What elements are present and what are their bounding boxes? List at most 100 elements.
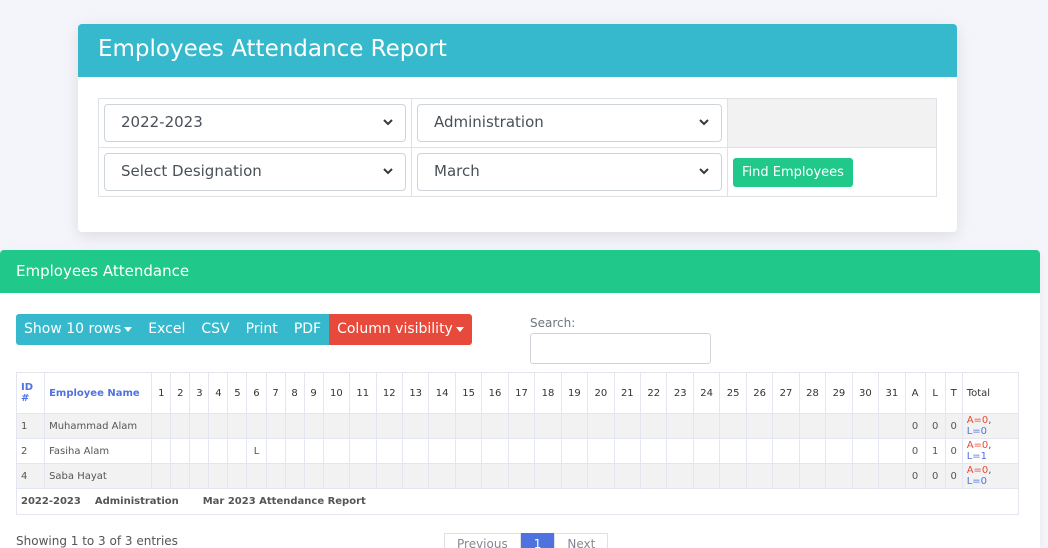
cell-employee-name: Fasiha Alam — [44, 438, 153, 464]
column-header-day-20[interactable]: 20 — [587, 372, 615, 414]
csv-button[interactable]: CSV — [193, 314, 238, 345]
column-header-day-4[interactable]: 4 — [208, 372, 229, 414]
cell-day-19 — [560, 463, 589, 489]
column-header-day-12[interactable]: 12 — [375, 372, 403, 414]
cell-day-18 — [534, 463, 562, 489]
designation-select-value: Select Designation — [121, 162, 262, 180]
column-header-l[interactable]: L — [924, 372, 946, 414]
column-header-day-31[interactable]: 31 — [878, 372, 906, 414]
cell-day-13 — [401, 438, 430, 464]
column-header-day-27[interactable]: 27 — [772, 372, 800, 414]
cell-a: 0 — [904, 463, 926, 489]
cell-day-15 — [454, 438, 483, 464]
column-header-day-29[interactable]: 29 — [825, 372, 853, 414]
find-employees-button[interactable]: Find Employees — [733, 157, 853, 187]
cell-day-3 — [189, 438, 210, 464]
column-header-day-9[interactable]: 9 — [303, 372, 324, 414]
session-select-value: 2022-2023 — [121, 113, 203, 131]
cell-day-2 — [170, 463, 191, 489]
cell-day-11 — [349, 463, 377, 489]
cell-day-14 — [428, 413, 456, 439]
column-header-day-16[interactable]: 16 — [481, 372, 509, 414]
chevron-down-icon — [699, 119, 709, 126]
column-header-day-1[interactable]: 1 — [151, 372, 172, 414]
column-header-day-30[interactable]: 30 — [851, 372, 880, 414]
column-header-day-26[interactable]: 26 — [745, 372, 774, 414]
column-header-day-17[interactable]: 17 — [507, 372, 536, 414]
column-header-t[interactable]: T — [944, 372, 963, 414]
column-header-day-18[interactable]: 18 — [534, 372, 562, 414]
cell-day-5 — [227, 463, 248, 489]
show-rows-button[interactable]: Show 10 rows — [16, 314, 141, 345]
chevron-down-icon — [699, 168, 709, 175]
cell-l: 0 — [924, 413, 946, 439]
cell-day-18 — [534, 413, 562, 439]
cell-day-22 — [640, 438, 668, 464]
column-header-day-14[interactable]: 14 — [428, 372, 456, 414]
cell-day-24 — [692, 463, 721, 489]
cell-day-4 — [208, 438, 229, 464]
column-header-day-24[interactable]: 24 — [692, 372, 721, 414]
pagination-next[interactable]: Next — [554, 533, 609, 548]
column-header-total[interactable]: Total — [961, 372, 1020, 414]
column-header-day-21[interactable]: 21 — [613, 372, 642, 414]
cell-day-25 — [719, 413, 747, 439]
cell-day-22 — [640, 413, 668, 439]
designation-select[interactable]: Select Designation — [104, 153, 406, 191]
cell-day-9 — [303, 438, 324, 464]
report-card: Employees Attendance Report 2022-2023 Ad… — [78, 24, 957, 232]
column-header-a[interactable]: A — [904, 372, 926, 414]
column-header-name[interactable]: Employee Name — [44, 372, 153, 414]
cell-day-18 — [534, 438, 562, 464]
pagination-page-1[interactable]: 1 — [520, 533, 555, 548]
column-header-day-8[interactable]: 8 — [284, 372, 305, 414]
cell-day-12 — [375, 463, 403, 489]
table-header-row: ID # Employee Name 1 2 3 4 5 6 7 8 9 10 11 12 13 14 15… — [15, 372, 1020, 414]
print-button[interactable]: Print — [237, 314, 286, 345]
attendance-card-title: Employees Attendance — [0, 250, 1040, 293]
cell-day-1 — [151, 438, 172, 464]
session-select[interactable]: 2022-2023 — [104, 104, 406, 142]
column-header-day-7[interactable]: 7 — [265, 372, 286, 414]
month-select[interactable]: March — [417, 153, 722, 191]
cell-t: 0 — [944, 413, 963, 439]
cell-employee-name: Muhammad Alam — [44, 413, 153, 439]
column-header-day-5[interactable]: 5 — [227, 372, 248, 414]
column-header-day-22[interactable]: 22 — [640, 372, 668, 414]
cell-day-26 — [745, 413, 774, 439]
cell-day-28 — [798, 438, 827, 464]
column-header-day-19[interactable]: 19 — [560, 372, 589, 414]
attendance-card: Employees Attendance Show 10 rows Excel … — [0, 250, 1040, 548]
column-visibility-button[interactable]: Column visibility — [329, 314, 472, 345]
column-header-day-13[interactable]: 13 — [401, 372, 430, 414]
column-header-day-15[interactable]: 15 — [454, 372, 483, 414]
cell-day-9 — [303, 463, 324, 489]
excel-button[interactable]: Excel — [140, 314, 194, 345]
pdf-button[interactable]: PDF — [285, 314, 330, 345]
column-header-day-23[interactable]: 23 — [666, 372, 694, 414]
pagination-previous[interactable]: Previous — [444, 533, 521, 548]
column-header-day-11[interactable]: 11 — [349, 372, 377, 414]
department-select[interactable]: Administration — [417, 104, 722, 142]
cell-day-21 — [613, 438, 642, 464]
column-header-day-28[interactable]: 28 — [798, 372, 827, 414]
column-header-day-2[interactable]: 2 — [170, 372, 191, 414]
table-row: 1 Muhammad Alam 0 0 0 A=0, L=0 — [15, 413, 1020, 439]
cell-day-15 — [454, 463, 483, 489]
cell-day-29 — [825, 413, 853, 439]
cell-a: 0 — [904, 413, 926, 439]
cell-day-28 — [798, 463, 827, 489]
cell-day-8 — [284, 413, 305, 439]
cell-day-30 — [851, 438, 880, 464]
table-row: 2 Fasiha Alam L 0 1 0 A=0, L=1 — [15, 438, 1020, 464]
cell-l: 0 — [924, 463, 946, 489]
cell-day-15 — [454, 413, 483, 439]
column-header-day-10[interactable]: 10 — [322, 372, 351, 414]
month-select-value: March — [434, 162, 480, 180]
column-header-day-6[interactable]: 6 — [246, 372, 267, 414]
column-header-day-3[interactable]: 3 — [189, 372, 210, 414]
column-header-day-25[interactable]: 25 — [719, 372, 747, 414]
column-header-id[interactable]: ID # — [15, 372, 46, 414]
search-input[interactable] — [530, 333, 711, 364]
cell-a: 0 — [904, 438, 926, 464]
